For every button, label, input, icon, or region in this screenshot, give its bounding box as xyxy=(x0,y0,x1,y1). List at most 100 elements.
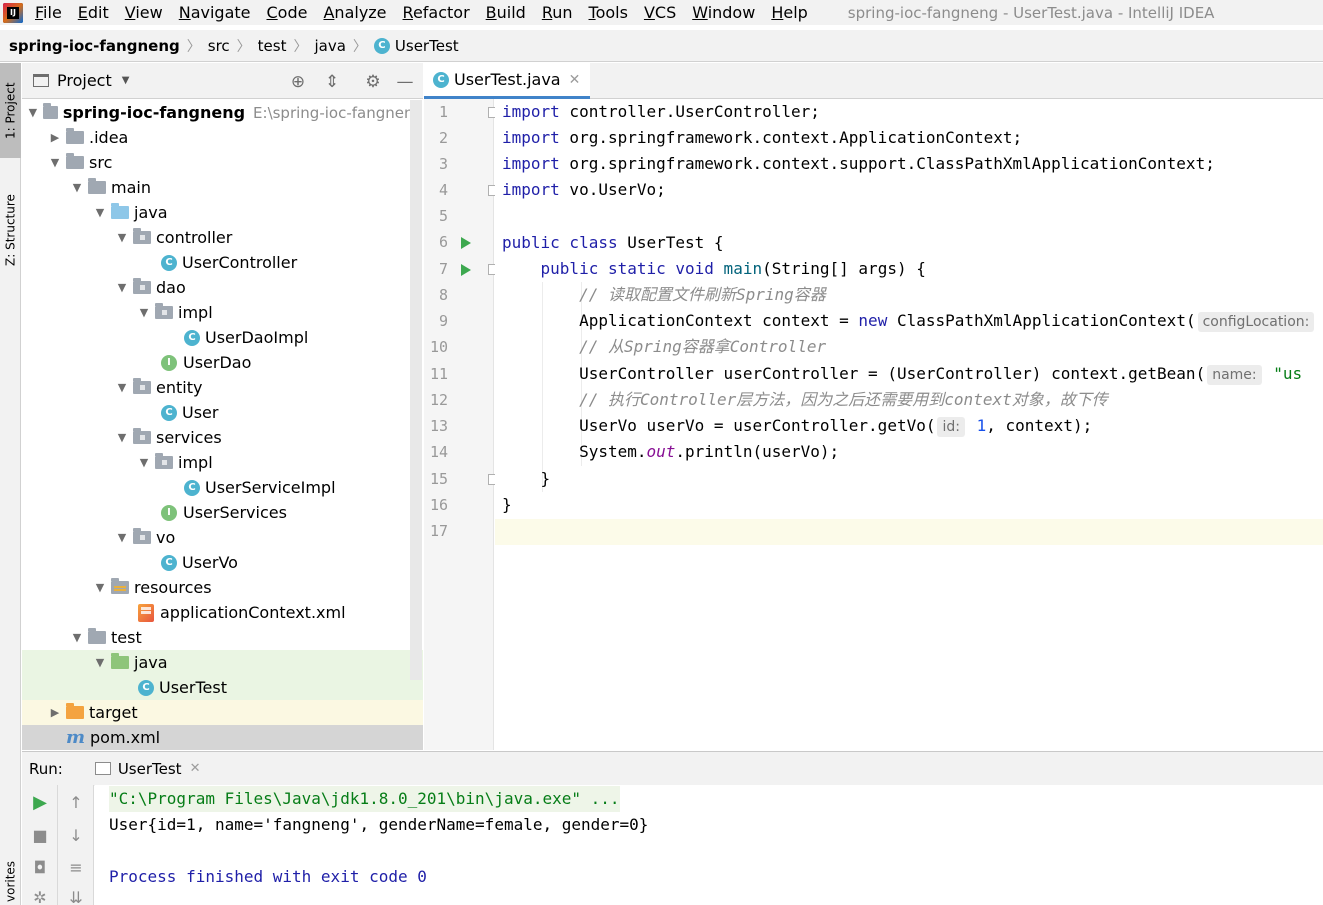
tree-item-userdaoimpl[interactable]: C UserDaoImpl xyxy=(22,325,423,350)
tree-item-entity[interactable]: ▼ entity xyxy=(22,375,423,400)
collapse-all-icon[interactable]: ⇕ xyxy=(322,72,342,92)
project-tree: ▼ spring-ioc-fangneng E:\spring-ioc-fangn… xyxy=(22,100,423,750)
tool-tab-project-label: 1: Project xyxy=(3,82,18,139)
tool-tab-favorites[interactable]: vorites xyxy=(0,858,21,905)
breadcrumb-project[interactable]: spring-ioc-fangneng xyxy=(9,37,180,55)
tree-item-uservo[interactable]: C UserVo xyxy=(22,550,423,575)
breadcrumb-src[interactable]: src xyxy=(208,37,230,55)
breadcrumb-java[interactable]: java xyxy=(314,37,345,55)
expand-arrow-icon[interactable]: ▼ xyxy=(70,181,84,194)
tree-item-userdao[interactable]: I UserDao xyxy=(22,350,423,375)
chevron-down-icon[interactable]: ▼ xyxy=(122,75,130,86)
code-editor[interactable]: import controller.UserController; import… xyxy=(495,99,1323,750)
run-class-icon[interactable] xyxy=(461,237,471,249)
breadcrumb-test[interactable]: test xyxy=(258,37,287,55)
run-main-icon[interactable] xyxy=(461,264,471,276)
hide-panel-icon[interactable]: — xyxy=(395,72,415,92)
expand-arrow-icon[interactable]: ▼ xyxy=(93,656,107,669)
menu-run[interactable]: Run xyxy=(542,3,573,22)
tree-item-dao[interactable]: ▼ dao xyxy=(22,275,423,300)
expand-arrow-icon[interactable]: ▼ xyxy=(115,281,129,294)
tree-item-vo[interactable]: ▼ vo xyxy=(22,525,423,550)
expand-arrow-icon[interactable]: ▼ xyxy=(93,581,107,594)
tree-item-idea[interactable]: ▶ .idea xyxy=(22,125,423,150)
menu-code[interactable]: Code xyxy=(267,3,308,22)
locate-target-icon[interactable]: ⊕ xyxy=(288,72,308,92)
tree-item-label: UserDaoImpl xyxy=(205,328,309,347)
tree-item-applicationcontext-xml[interactable]: applicationContext.xml xyxy=(22,600,423,625)
tree-item-test[interactable]: ▼ test xyxy=(22,625,423,650)
tree-item-user[interactable]: C User xyxy=(22,400,423,425)
tree-item-services[interactable]: ▼ services xyxy=(22,425,423,450)
module-folder-icon xyxy=(42,103,58,119)
camera-icon[interactable]: ◘ xyxy=(30,858,50,878)
stop-icon[interactable]: ■ xyxy=(30,826,50,846)
tree-item-dao-impl[interactable]: ▼ impl xyxy=(22,300,423,325)
tree-item-root[interactable]: ▼ spring-ioc-fangneng E:\spring-ioc-fangn… xyxy=(22,100,423,125)
expand-arrow-icon[interactable]: ▼ xyxy=(115,531,129,544)
arrow-down-icon[interactable]: ↓ xyxy=(66,826,86,846)
menu-view[interactable]: View xyxy=(125,3,163,22)
breadcrumb-usertest[interactable]: UserTest xyxy=(395,37,459,55)
menu-build[interactable]: Build xyxy=(486,3,526,22)
tree-item-label: entity xyxy=(156,378,203,397)
menu-navigate[interactable]: Navigate xyxy=(179,3,251,22)
tree-item-userserviceimpl[interactable]: C UserServiceImpl xyxy=(22,475,423,500)
expand-arrow-icon[interactable]: ▼ xyxy=(137,456,151,469)
menu-edit[interactable]: Edit xyxy=(78,3,109,22)
run-tab-usertest[interactable]: UserTest ✕ xyxy=(86,751,209,786)
line-number: 2 xyxy=(438,129,448,147)
package-icon xyxy=(155,303,173,319)
tree-item-userservices[interactable]: I UserServices xyxy=(22,500,423,525)
menu-vcs[interactable]: VCS xyxy=(644,3,676,22)
menu-analyze[interactable]: Analyze xyxy=(323,3,386,22)
tool-tab-structure[interactable]: Z: Structure xyxy=(0,175,21,285)
package-icon xyxy=(133,428,151,444)
breadcrumb-separator-icon: 〉 xyxy=(236,38,251,55)
expand-arrow-icon[interactable]: ▼ xyxy=(115,231,129,244)
expand-arrow-icon[interactable]: ▼ xyxy=(48,156,62,169)
tree-item-main-java[interactable]: ▼ java xyxy=(22,200,423,225)
tree-item-test-java[interactable]: ▼ java xyxy=(22,650,423,675)
tree-item-services-impl[interactable]: ▼ impl xyxy=(22,450,423,475)
breadcrumb-separator-icon: 〉 xyxy=(293,38,308,55)
code-line-4: import vo.UserVo; xyxy=(502,180,666,199)
menu-file[interactable]: File xyxy=(35,3,62,22)
collapse-arrow-icon[interactable]: ▶ xyxy=(48,706,62,719)
rerun-icon[interactable]: ▶ xyxy=(30,793,50,813)
collapse-arrow-icon[interactable]: ▶ xyxy=(48,131,62,144)
tree-item-src[interactable]: ▼ src xyxy=(22,150,423,175)
line-number: 4 xyxy=(438,181,448,199)
scroll-to-end-icon[interactable]: ⇊ xyxy=(66,888,86,905)
tool-tab-project[interactable]: 1: Project xyxy=(0,63,21,158)
editor-tab-usertest[interactable]: C UserTest.java ✕ xyxy=(424,63,591,99)
tree-item-usercontroller[interactable]: C UserController xyxy=(22,250,423,275)
menu-refactor[interactable]: Refactor xyxy=(403,3,470,22)
menu-help[interactable]: Help xyxy=(771,3,807,22)
tree-item-pom-xml[interactable]: m pom.xml xyxy=(22,725,423,750)
project-tree-scrollbar[interactable] xyxy=(410,100,422,680)
arrow-up-icon[interactable]: ↑ xyxy=(66,793,86,813)
settings-icon[interactable]: ✲ xyxy=(30,888,50,905)
tree-item-label: main xyxy=(111,178,151,197)
expand-arrow-icon[interactable]: ▼ xyxy=(93,206,107,219)
tree-item-target[interactable]: ▶ target xyxy=(22,700,423,725)
expand-arrow-icon[interactable]: ▼ xyxy=(27,106,39,119)
expand-arrow-icon[interactable]: ▼ xyxy=(115,381,129,394)
run-console[interactable]: "C:\Program Files\Java\jdk1.8.0_201\bin\… xyxy=(95,785,1323,905)
console-line-command: "C:\Program Files\Java\jdk1.8.0_201\bin\… xyxy=(109,786,620,812)
tree-item-usertest[interactable]: C UserTest xyxy=(22,675,423,700)
tree-item-resources[interactable]: ▼ resources xyxy=(22,575,423,600)
gear-icon[interactable]: ⚙ xyxy=(363,72,383,92)
tree-item-main[interactable]: ▼ main xyxy=(22,175,423,200)
soft-wrap-icon[interactable]: ≡ xyxy=(66,858,86,878)
expand-arrow-icon[interactable]: ▼ xyxy=(70,631,84,644)
expand-arrow-icon[interactable]: ▼ xyxy=(137,306,151,319)
menu-window[interactable]: Window xyxy=(692,3,755,22)
expand-arrow-icon[interactable]: ▼ xyxy=(115,431,129,444)
menu-tools[interactable]: Tools xyxy=(589,3,628,22)
project-panel-title[interactable]: Project xyxy=(57,71,112,90)
tree-item-controller[interactable]: ▼ controller xyxy=(22,225,423,250)
close-icon[interactable]: ✕ xyxy=(569,72,581,88)
close-icon[interactable]: ✕ xyxy=(190,761,201,776)
